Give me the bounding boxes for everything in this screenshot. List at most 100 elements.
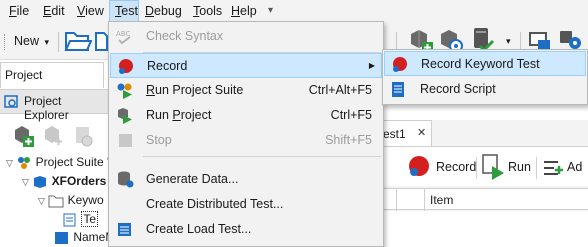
menu-file-mnemonic: F: [9, 4, 17, 18]
collapse-chevron-icon[interactable]: ▽: [22, 177, 29, 187]
record-keyword-test-label: Record Keyword Test: [421, 57, 540, 71]
add-existing-item-icon[interactable]: [42, 124, 66, 148]
remove-item-icon[interactable]: [72, 124, 96, 148]
menu-debug[interactable]: Debug: [140, 0, 187, 22]
record-icon: [119, 59, 133, 74]
collapse-chevron-icon[interactable]: ▽: [38, 196, 45, 206]
menu-item-stop[interactable]: Stop Shift+F5: [110, 128, 382, 153]
record-icon: [409, 156, 429, 176]
menu-debug-mnemonic: D: [145, 4, 155, 18]
tree-node-suite[interactable]: ▽ Project Suite 'X: [6, 153, 117, 171]
run-project-shortcut: Ctrl+F5: [330, 108, 372, 122]
menu-item-generate-data[interactable]: Generate Data...: [110, 167, 382, 192]
tree-node-keyword-tests[interactable]: ▽ Keywo: [38, 191, 104, 209]
folder-icon: [48, 195, 64, 208]
menu-help[interactable]: Help: [226, 0, 262, 22]
editor-toolbar-separator: [476, 157, 477, 179]
explorer-tab-label: Project Explorer: [24, 94, 69, 122]
svg-text:ABC: ABC: [116, 30, 130, 38]
generate-data-label: Generate Data...: [146, 172, 239, 186]
menu-item-run-project[interactable]: Run Project Ctrl+F5: [110, 103, 382, 128]
editor-toolbar: Record Run Ad: [380, 146, 588, 186]
tab-project-workspace[interactable]: Project Workspace: [0, 62, 104, 106]
check-dropdown-icon[interactable]: ▾: [506, 36, 511, 47]
tab-project-explorer[interactable]: Project Explorer: [0, 89, 108, 122]
collapse-chevron-icon[interactable]: ▽: [6, 158, 13, 168]
tab-close-icon[interactable]: ✕: [417, 126, 426, 139]
project-icon: [34, 175, 47, 188]
menu-tools-label: ools: [199, 4, 223, 18]
stop-label: Stop: [146, 133, 172, 147]
run-project-label: Run Project: [146, 108, 212, 122]
create-distributed-test-label: Create Distributed Test...: [146, 197, 284, 211]
menu-item-create-load-test[interactable]: Create Load Test...: [110, 217, 382, 242]
add-new-item-icon[interactable]: [12, 124, 36, 148]
add-button[interactable]: Ad: [567, 160, 582, 174]
editor-tab[interactable]: est1 ✕: [380, 120, 432, 146]
new-dropdown-icon: ▾: [44, 37, 50, 47]
keyword-label: Keywo: [67, 193, 104, 207]
menu-item-create-distributed-test[interactable]: Create Distributed Test...: [110, 192, 382, 217]
project-panel: Project Workspace Project Explorer ▽ Pro…: [0, 60, 151, 247]
record-button[interactable]: Record: [436, 160, 476, 174]
menu-edit[interactable]: Edit: [38, 0, 70, 22]
record-label: Record: [147, 59, 188, 73]
editor-tab-label: est1: [383, 127, 406, 141]
run-button[interactable]: Run: [508, 160, 531, 174]
editor-area: est1 ✕ Record Run Ad Item: [380, 120, 588, 247]
menu-file-label: ile: [16, 4, 30, 18]
menu-item-record[interactable]: Record ▶: [110, 53, 382, 78]
menu-bar: File Edit View Test Debug Tools Help ▾: [0, 0, 588, 22]
test-item-label: Te: [81, 211, 99, 227]
menu-view-mnemonic: V: [77, 4, 86, 18]
record-script-icon: [392, 82, 404, 97]
menu-view[interactable]: View: [72, 0, 109, 22]
test-menu-dropdown: ABC Check Syntax Record ▶ Run Project Su…: [108, 21, 384, 247]
tree-node-project[interactable]: ▽ XFOrders: [22, 172, 106, 190]
create-load-test-label: Create Load Test...: [146, 222, 252, 236]
check-syntax-icon: ABC: [116, 30, 131, 45]
grid-divider: [396, 189, 397, 211]
grid-header: Item: [380, 188, 588, 211]
stop-icon: [119, 134, 132, 147]
menu-debug-label: ebug: [154, 4, 182, 18]
project-suite-icon: [18, 156, 31, 169]
menu-overflow-icon[interactable]: ▾: [263, 0, 278, 22]
name-mapping-icon: [55, 231, 68, 244]
run-icon: [482, 154, 504, 180]
load-test-icon: [118, 223, 131, 236]
run-project-suite-icon: [117, 83, 132, 99]
column-item-header[interactable]: Item: [430, 193, 453, 207]
menu-help-label: elp: [240, 4, 257, 18]
menu-help-mnemonic: H: [231, 4, 241, 18]
submenu-arrow-icon: ▶: [368, 61, 375, 70]
check-syntax-label: Check Syntax: [146, 29, 224, 43]
menu-separator-2: [143, 156, 381, 157]
stop-shortcut: Shift+F5: [325, 133, 372, 147]
new-button[interactable]: New ▾: [14, 32, 49, 50]
run-project-icon: [118, 108, 132, 124]
generate-data-icon: [118, 171, 134, 188]
suite-label: Project Suite 'X: [35, 155, 118, 169]
keyword-test-icon: [63, 213, 76, 227]
editor-toolbar-separator-2: [536, 157, 537, 179]
new-button-label: New: [14, 34, 40, 48]
add-operation-icon: [544, 161, 563, 175]
menu-test[interactable]: Test: [109, 0, 139, 22]
grid-divider-2: [424, 189, 425, 211]
run-project-suite-shortcut: Ctrl+Alt+F5: [308, 83, 372, 97]
menu-item-record-keyword-test[interactable]: Record Keyword Test: [384, 51, 586, 76]
record-script-label: Record Script: [420, 82, 496, 96]
folder-partial-icon[interactable]: [94, 28, 108, 52]
project-label: XFOrders: [51, 174, 107, 188]
menu-tools[interactable]: Tools: [188, 0, 227, 22]
menu-file[interactable]: File: [4, 0, 34, 22]
menu-item-check-syntax[interactable]: ABC Check Syntax: [110, 24, 382, 49]
open-folder-icon[interactable]: [64, 28, 92, 52]
toolbar-grip: [4, 34, 6, 50]
tree-node-test[interactable]: Te: [62, 210, 99, 228]
menu-item-run-project-suite[interactable]: Run Project Suite Ctrl+Alt+F5: [110, 78, 382, 103]
menu-item-record-script[interactable]: Record Script: [384, 77, 586, 102]
menu-test-label: est: [121, 4, 138, 18]
explorer-search-icon: [4, 95, 18, 108]
